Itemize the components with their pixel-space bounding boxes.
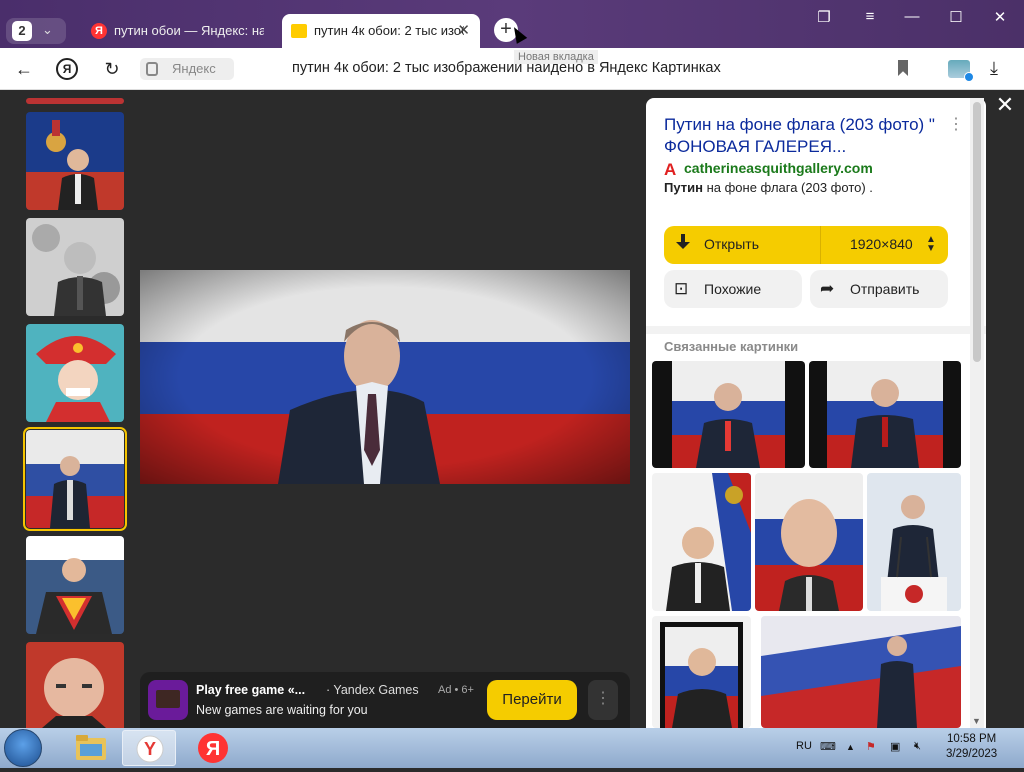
keyboard-icon[interactable]: ⌨ [820,740,836,753]
bookmarks-panel-icon[interactable]: ❐ [810,8,838,28]
extension-icon[interactable] [948,60,974,82]
game-logo-icon [148,680,188,720]
similar-label: Похожие [704,281,762,297]
close-tab-icon[interactable]: ✕ [457,14,470,48]
share-label: Отправить [850,281,920,297]
open-image-button[interactable]: Открыть 1920×840 ▲ ▼ [664,226,948,264]
address-bar: ← Я ↻ Яндекс путин 4к обои: 2 тыс изобра… [0,48,1024,90]
related-image-5[interactable] [867,473,961,611]
yandex-icon-letter: Я [206,738,220,760]
back-arrow-icon[interactable]: ← [12,58,36,82]
page-title-url[interactable]: путин 4к обои: 2 тыс изображений найдено… [292,60,721,76]
image-description: Путин на фоне флага (203 фото) . [664,180,873,195]
share-arrow-icon: ➦ [820,279,835,298]
check-badge-icon [964,72,974,82]
size-select[interactable]: 1920×840 [850,236,913,252]
more-options-icon[interactable]: ⋮ [588,680,618,720]
yandex-browser-taskbar-icon[interactable]: Y [122,730,176,766]
scroll-down-arrow-icon[interactable]: ▼ [972,716,981,726]
thumbnail-4-selected[interactable] [23,427,127,531]
similar-button[interactable]: ⊡ Похожие [664,270,802,308]
clock-date: 3/29/2023 [946,748,998,760]
open-label: Открыть [704,236,759,252]
updown-arrows-icon: ▲ ▼ [926,234,936,254]
language-indicator[interactable]: RU [796,740,812,752]
thumbnail-3[interactable] [26,324,124,422]
related-image-4[interactable] [755,473,863,611]
description-rest: на фоне флага (203 фото) . [702,180,873,195]
new-tab-tooltip: Новая вкладка [514,50,598,64]
download-icon [676,234,690,252]
tab-strip: 2 ⌄ Я путин обои — Яндекс: нашлось путин… [0,0,1024,48]
section-divider [646,326,986,334]
ad-subtitle: New games are waiting for you [196,703,368,717]
ad-go-button[interactable]: Перейти [487,680,577,720]
related-image-1[interactable] [652,361,805,468]
flag-alert-icon[interactable]: ⚑ [866,740,876,753]
image-title-link[interactable]: Путин на фоне флага (203 фото) " ФОНОВАЯ… [664,114,944,158]
tab-label: путин 4к обои: 2 тыс изображений [314,23,464,38]
lens-icon: ⊡ [674,279,689,298]
related-image-2[interactable] [809,361,961,468]
file-explorer-icon[interactable] [64,730,118,766]
thumbnail-1[interactable] [26,112,124,210]
ad-banner: Play free game «... · Yandex Games Ad • … [140,672,630,728]
thumbnail-partial[interactable] [26,98,124,104]
download-icon[interactable]: ⤓ [990,58,998,79]
close-window-icon[interactable]: ✕ [986,8,1014,28]
image-details-panel: Путин на фоне флага (203 фото) " ФОНОВАЯ… [646,98,986,728]
divider [820,226,821,264]
ad-badge: Ad • 6+ [438,684,474,696]
related-image-7[interactable] [761,616,961,728]
main-image[interactable] [140,270,630,484]
show-hidden-icons-icon[interactable]: ▲ [846,742,855,752]
system-clock[interactable]: 10:58 PM 3/29/2023 [946,732,997,762]
yandex-favicon-icon: Я [91,23,107,39]
tab-count-badge: 2 [12,21,32,41]
source-favicon-icon: A [664,160,677,179]
related-heading: Связанные картинки [664,339,799,354]
image-favicon-icon [291,24,307,38]
reload-icon[interactable]: ↻ [100,58,124,82]
tab-label: путин обои — Яндекс: нашлось [114,23,264,38]
ad-title[interactable]: Play free game «... [196,683,305,697]
yandex-taskbar-icon[interactable]: Я [186,730,240,766]
source-link[interactable]: catherineasquithgallery.com [684,160,873,176]
site-info-chip[interactable]: Яндекс [140,58,234,80]
site-name: Яндекс [172,61,216,76]
start-button[interactable] [4,729,42,767]
network-icon[interactable]: ▣ [890,740,900,753]
menu-icon[interactable]: ≡ [856,8,884,28]
share-button[interactable]: ➦ Отправить [810,270,948,308]
clock-time: 10:58 PM [946,733,997,745]
thumbnail-6[interactable] [26,642,124,728]
yandex-home-button[interactable]: Я [56,58,78,80]
panel-scrollbar[interactable]: ▼ [970,98,984,728]
taskbar: Y Я RU ⌨ ▲ ⚑ ▣ 🔇︎ 10:58 PM 3/29/2023 [0,728,1024,768]
browser-icon-letter: Y [144,739,156,759]
thumbnail-5[interactable] [26,536,124,634]
chevron-down-icon: ⌄ [42,22,53,37]
tab-groups-button[interactable]: 2 ⌄ [6,18,66,44]
lock-icon [146,62,158,76]
maximize-icon[interactable]: ☐ [942,8,970,28]
more-options-icon[interactable]: ⋮ [948,114,964,134]
tab-yandex-search[interactable]: Я путин обои — Яндекс: нашлось [82,14,280,48]
tab-yandex-images[interactable]: путин 4к обои: 2 тыс изображений ✕ [282,14,480,48]
volume-muted-icon[interactable]: 🔇︎ [914,740,921,753]
related-image-6[interactable] [652,616,751,728]
bookmark-icon[interactable] [898,60,908,76]
close-icon[interactable]: ✕ [994,94,1016,116]
scrollbar-thumb[interactable] [973,102,981,362]
ad-source: · Yandex Games [326,683,419,697]
minimize-icon[interactable]: — [898,8,926,28]
description-bold: Путин [664,180,703,195]
related-image-3[interactable] [652,473,751,611]
thumbnail-2[interactable] [26,218,124,316]
